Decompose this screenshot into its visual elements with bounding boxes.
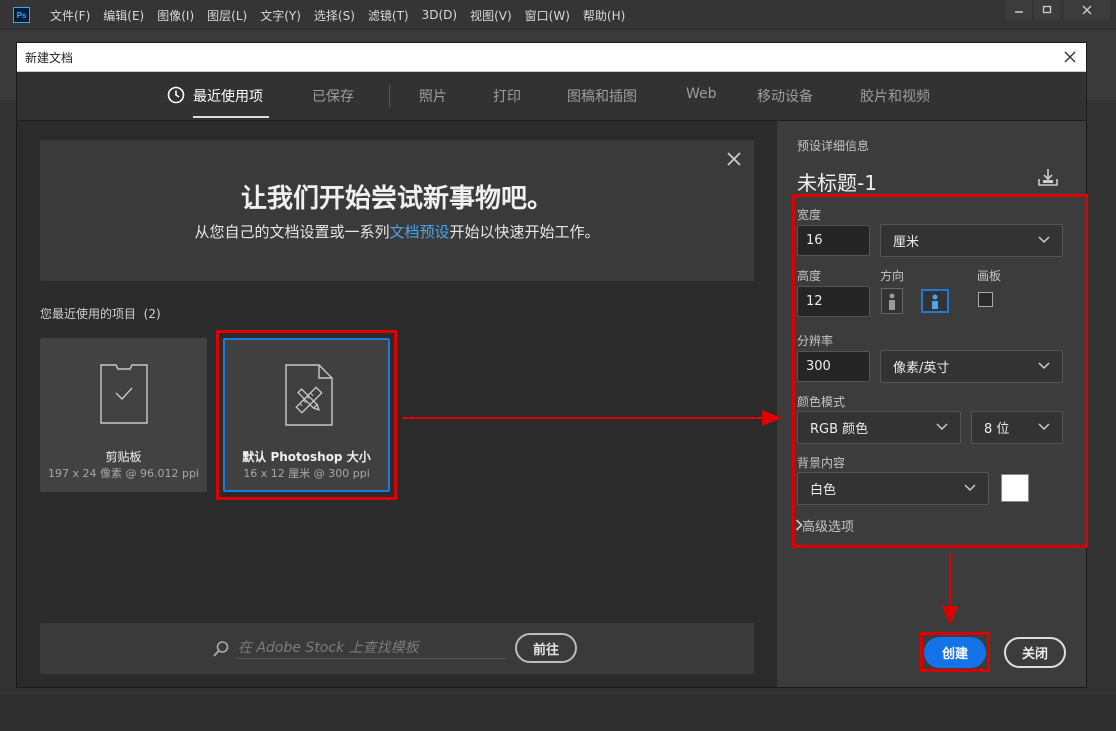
recent-item-clipboard[interactable]: 剪贴板 197 x 24 像素 @ 96.012 ppi bbox=[40, 338, 207, 492]
tab-web[interactable]: Web bbox=[686, 86, 717, 102]
menu-select[interactable]: 选择(S) bbox=[314, 7, 355, 24]
preset-tabs: 最近使用项 已保存 照片 打印 图稿和插图 Web 移动设备 胶片和视频 bbox=[17, 72, 1086, 121]
recent-items-label: 您最近使用的项目 (2) bbox=[40, 305, 161, 322]
highlight-box-create bbox=[920, 632, 990, 672]
menu-filter[interactable]: 滤镜(T) bbox=[368, 7, 409, 24]
menu-file[interactable]: 文件(F) bbox=[50, 7, 90, 24]
new-document-dialog: 新建文档 最近使用项 已保存 照片 打印 图稿和插图 Web 移动设备 胶片和视… bbox=[16, 42, 1088, 688]
menu-3d[interactable]: 3D(D) bbox=[422, 8, 457, 22]
banner-close-icon[interactable] bbox=[724, 149, 744, 169]
go-button[interactable]: 前往 bbox=[515, 633, 577, 663]
recent-label-text: 您最近使用的项目 bbox=[40, 307, 137, 321]
tab-divider bbox=[389, 84, 390, 108]
tab-print[interactable]: 打印 bbox=[493, 86, 521, 106]
banner-sub-after: 开始以快速开始工作。 bbox=[449, 223, 600, 241]
document-title[interactable]: 未标题-1 bbox=[797, 167, 877, 196]
highlight-box-settings bbox=[792, 194, 1088, 548]
dialog-title: 新建文档 bbox=[25, 51, 74, 65]
close-button[interactable]: 关闭 bbox=[1004, 637, 1066, 668]
menu-help[interactable]: 帮助(H) bbox=[583, 7, 625, 24]
recent-count: (2) bbox=[143, 307, 161, 321]
banner-title: 让我们开始尝试新事物吧。 bbox=[240, 184, 553, 214]
menu-layer[interactable]: 图层(L) bbox=[207, 7, 247, 24]
ps-logo: Ps bbox=[13, 7, 30, 23]
tab-recent[interactable]: 最近使用项 bbox=[193, 86, 263, 106]
recent-item-meta: 197 x 24 像素 @ 96.012 ppi bbox=[48, 467, 199, 480]
window-controls bbox=[1004, 0, 1116, 22]
tab-art-illustration[interactable]: 图稿和插图 bbox=[567, 86, 637, 106]
clock-icon bbox=[167, 86, 185, 104]
menu-items: 文件(F) 编辑(E) 图像(I) 图层(L) 文字(Y) 选择(S) 滤镜(T… bbox=[50, 0, 638, 30]
highlight-box-recent bbox=[216, 330, 397, 500]
banner-sub-before: 从您自己的文档设置或一系列 bbox=[194, 223, 390, 241]
close-icon[interactable] bbox=[1064, 0, 1110, 20]
menu-window[interactable]: 窗口(W) bbox=[525, 7, 570, 24]
banner-subtitle: 从您自己的文档设置或一系列文档预设开始以快速开始工作。 bbox=[40, 221, 754, 242]
tab-photo[interactable]: 照片 bbox=[419, 86, 447, 106]
menu-type[interactable]: 文字(Y) bbox=[260, 7, 301, 24]
recent-panel: 让我们开始尝试新事物吧。 从您自己的文档设置或一系列文档预设开始以快速开始工作。… bbox=[17, 121, 777, 687]
menu-view[interactable]: 视图(V) bbox=[470, 7, 512, 24]
stock-search-input[interactable] bbox=[236, 637, 506, 659]
stock-search-bar: 前往 bbox=[40, 623, 754, 674]
preset-details-panel: 预设详细信息 未标题-1 宽度 16 厘米 高度 12 方向 画板 分辨率 30… bbox=[777, 121, 1088, 687]
photoshop-app: Ps 文件(F) 编辑(E) 图像(I) 图层(L) 文字(Y) 选择(S) 滤… bbox=[0, 0, 1116, 731]
menubar: Ps 文件(F) 编辑(E) 图像(I) 图层(L) 文字(Y) 选择(S) 滤… bbox=[0, 0, 1116, 30]
dialog-close-icon[interactable] bbox=[1060, 47, 1080, 67]
tab-active-underline bbox=[193, 116, 269, 118]
workspace-bottom bbox=[0, 695, 1116, 731]
document-presets-link[interactable]: 文档预设 bbox=[389, 223, 449, 241]
welcome-banner: 让我们开始尝试新事物吧。 从您自己的文档设置或一系列文档预设开始以快速开始工作。 bbox=[40, 140, 754, 281]
tab-saved[interactable]: 已保存 bbox=[312, 86, 354, 106]
maximize-icon[interactable] bbox=[1034, 0, 1060, 20]
menu-image[interactable]: 图像(I) bbox=[157, 7, 194, 24]
save-preset-icon[interactable] bbox=[1037, 167, 1059, 187]
minimize-icon[interactable] bbox=[1006, 0, 1032, 20]
preset-details-header: 预设详细信息 bbox=[797, 139, 870, 153]
clipboard-document-icon bbox=[100, 364, 148, 424]
menu-edit[interactable]: 编辑(E) bbox=[103, 7, 144, 24]
tab-mobile[interactable]: 移动设备 bbox=[757, 86, 813, 106]
recent-item-name: 剪贴板 bbox=[105, 450, 142, 464]
tab-film-video[interactable]: 胶片和视频 bbox=[860, 86, 930, 106]
dialog-titlebar: 新建文档 bbox=[17, 43, 1086, 72]
search-icon bbox=[213, 641, 229, 657]
